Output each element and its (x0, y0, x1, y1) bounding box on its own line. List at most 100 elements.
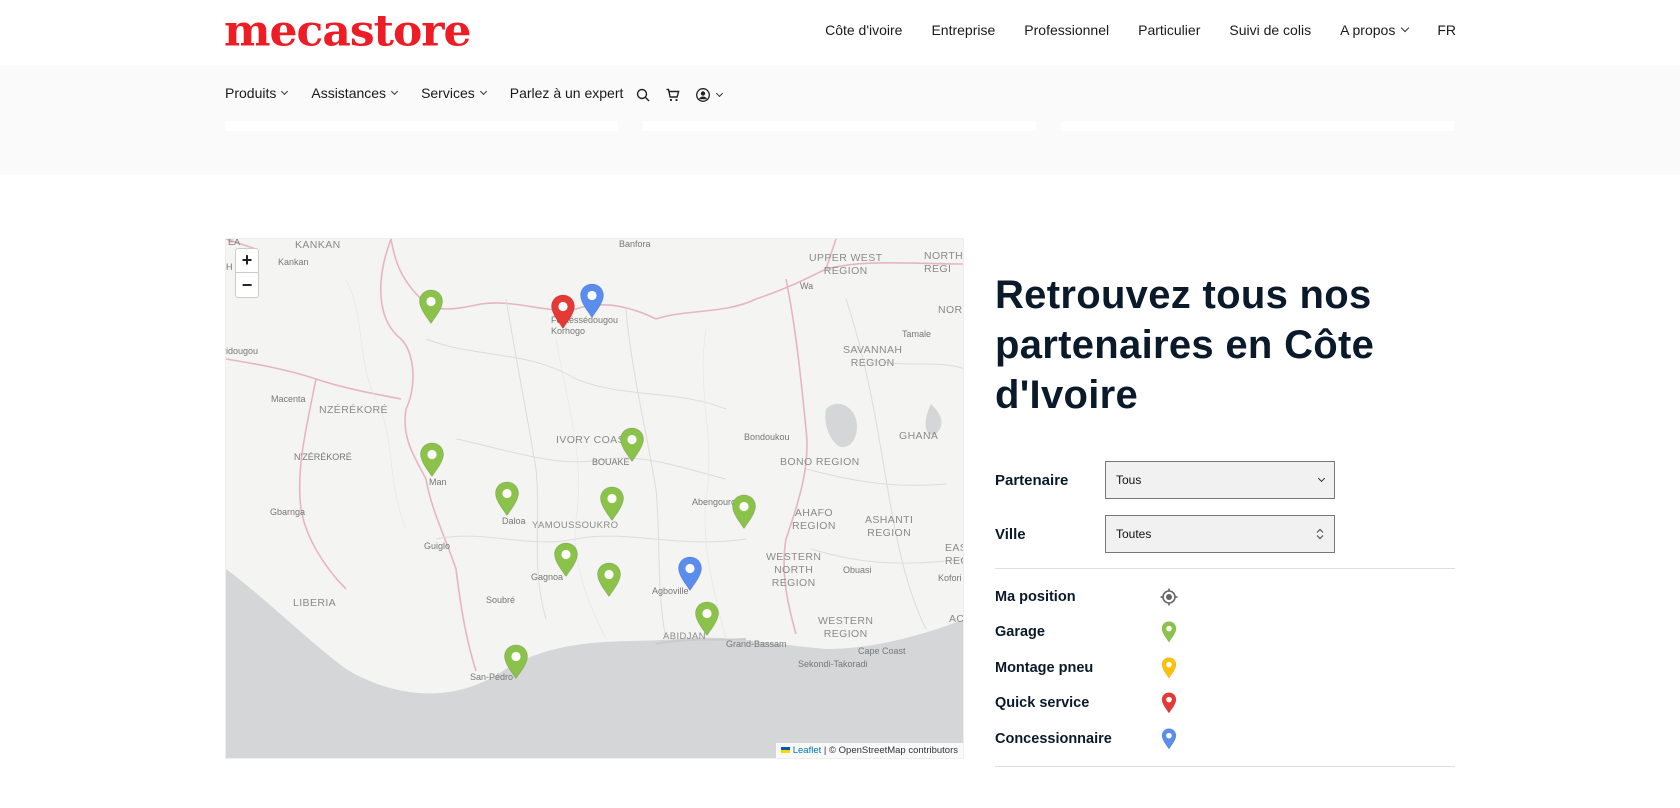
map-pin-icon (731, 494, 757, 529)
flag-icon (781, 747, 791, 754)
mecastore-logo[interactable]: mecastore (224, 7, 471, 58)
cart-icon[interactable] (665, 87, 681, 103)
map-pin-icon (553, 542, 579, 577)
nav-produits-label: Produits (225, 85, 277, 101)
marker-daloa[interactable] (494, 481, 520, 517)
map-pin-icon (494, 481, 520, 516)
user-account-menu[interactable] (695, 87, 724, 103)
map-attribution: Leaflet | © OpenStreetMap contributors (776, 743, 963, 758)
legend-quick-service: Quick service (995, 686, 1455, 722)
card-top (1061, 121, 1454, 131)
map-label: Grand-Bassam (726, 639, 787, 649)
map-label: Obuasi (843, 565, 872, 575)
map-label: Soubré (486, 595, 516, 605)
nav-suivi-colis[interactable]: Suivi de colis (1229, 22, 1311, 38)
map-label: BONO REGION (780, 456, 860, 468)
chevron-down-icon (391, 87, 399, 95)
map-label: N'ZÉRÉKORÉ (294, 452, 352, 462)
map-pin-icon (677, 556, 703, 591)
map-label: Banfora (619, 239, 651, 249)
legend-garage: Garage (995, 615, 1455, 651)
nav-a-propos-label: A propos (1340, 22, 1396, 38)
marker-abidjan[interactable] (694, 601, 720, 637)
marker-san-pedro[interactable] (503, 644, 529, 680)
map-label: EAS REG (945, 542, 963, 567)
partenaire-select-value: Tous (1116, 473, 1142, 487)
legend-label: Montage pneu (995, 659, 1094, 676)
map-label: NZÉRÉKORÉ (319, 404, 388, 416)
ville-select-value: Toutes (1116, 527, 1152, 541)
partenaire-select[interactable]: Tous (1105, 461, 1335, 499)
ville-select[interactable]: Toutes (1105, 515, 1335, 553)
leaflet-link[interactable]: Leaflet (793, 745, 822, 756)
marker-divo[interactable] (596, 562, 622, 598)
nav-services-label: Services (421, 85, 475, 101)
updown-icon (1316, 528, 1324, 540)
nav-professionnel[interactable]: Professionnel (1024, 22, 1109, 38)
marker-odienne[interactable] (418, 289, 444, 325)
map-label: NORTH REGI (924, 250, 964, 275)
partners-map[interactable]: + − EA KANKAN Kankan H Banfora UPPER WES… (225, 238, 964, 759)
nav-entreprise[interactable]: Entreprise (931, 22, 995, 38)
card-strip (225, 121, 1455, 131)
map-label: Kankan (278, 257, 309, 267)
divider (995, 765, 1455, 767)
target-icon[interactable] (1160, 586, 1178, 608)
filters: Partenaire Tous Ville Toutes (995, 460, 1455, 554)
filter-ville-label: Ville (995, 525, 1026, 543)
marker-gagnoa[interactable] (553, 542, 579, 578)
map-label: Kofori (938, 573, 962, 583)
marker-korhogo[interactable] (550, 294, 576, 330)
marker-bouake[interactable] (619, 427, 645, 463)
legend-label: Quick service (995, 695, 1090, 712)
nav-entreprise-label: Entreprise (931, 22, 996, 38)
filter-ville: Ville Toutes (995, 514, 1455, 554)
map-pin-icon (419, 442, 445, 477)
chevron-down-icon (479, 87, 487, 95)
map-label: NOR (938, 304, 963, 316)
nav-expert[interactable]: Parlez à un expert (510, 85, 624, 101)
map-pin-icon (503, 644, 529, 679)
filter-partenaire: Partenaire Tous (995, 460, 1455, 500)
map-label: LIBERIA (293, 597, 337, 609)
map-pin-icon (694, 601, 720, 636)
map-label: Daloa (502, 516, 526, 526)
nav-particulier[interactable]: Particulier (1138, 22, 1200, 38)
zoom-in-button[interactable]: + (236, 249, 258, 273)
map-label: Wa (800, 281, 814, 291)
nav-services[interactable]: Services (421, 85, 487, 101)
zoom-out-button[interactable]: − (236, 273, 258, 297)
map-label: GHANA (899, 430, 939, 442)
nav-country[interactable]: Côte d'ivoire (825, 22, 902, 38)
map-label: UPPER WEST REGION (809, 252, 883, 277)
nav-suivi-colis-label: Suivi de colis (1229, 22, 1312, 38)
chevron-down-icon (715, 89, 724, 97)
nav-language[interactable]: FR (1437, 22, 1456, 38)
map-label: KANKAN (295, 239, 341, 251)
garage-pin-icon (1160, 621, 1178, 643)
nav-language-label: FR (1437, 22, 1456, 38)
marker-yamoussoukro[interactable] (599, 486, 625, 522)
map-label: Gbarnga (270, 507, 306, 517)
nav-particulier-label: Particulier (1138, 22, 1201, 38)
map-pin-icon (579, 283, 605, 318)
osm-attribution: | © OpenStreetMap contributors (823, 745, 958, 756)
marker-man[interactable] (419, 442, 445, 478)
marker-agboville[interactable] (677, 556, 703, 592)
map-label: Bondoukou (744, 432, 790, 442)
nav-assistances-label: Assistances (311, 85, 387, 101)
top-header: mecastore Côte d'ivoire Entreprise Profe… (0, 0, 1680, 65)
map-pin-icon (596, 562, 622, 597)
map-label: WESTERN NORTH REGION (766, 551, 822, 589)
marker-ferkessedougou[interactable] (579, 283, 605, 319)
map-label: AHAFO REGION (792, 507, 836, 532)
nav-a-propos[interactable]: A propos (1340, 22, 1410, 38)
map-label: ACC (949, 613, 964, 625)
legend-ma-position: Ma position (995, 579, 1455, 615)
nav-produits[interactable]: Produits (225, 85, 289, 101)
secondary-header: Produits Assistances Services Parlez à u… (0, 65, 1680, 175)
marker-abengourou[interactable] (731, 494, 757, 530)
nav-assistances[interactable]: Assistances (311, 85, 399, 101)
search-icon[interactable] (635, 87, 651, 103)
user-account-icon (696, 88, 710, 102)
